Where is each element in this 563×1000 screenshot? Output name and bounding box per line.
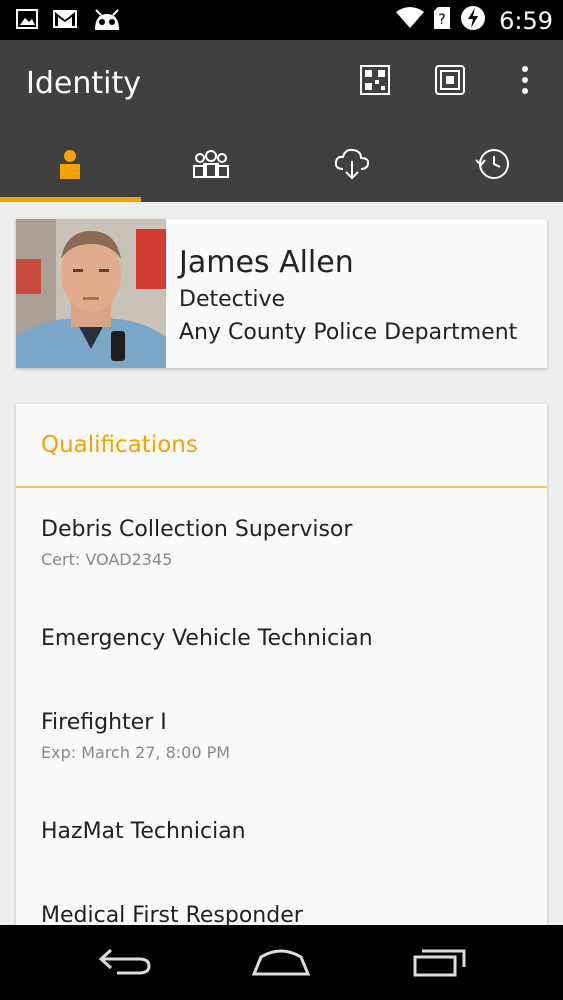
android-debug-icon xyxy=(92,6,122,37)
home-button[interactable] xyxy=(236,941,326,985)
qualification-name: HazMat Technician xyxy=(41,819,246,844)
qualification-detail: Cert: VOAD2345 xyxy=(41,550,173,569)
history-icon xyxy=(475,147,511,186)
tab-identity[interactable] xyxy=(0,130,140,202)
tab-team[interactable] xyxy=(141,130,281,202)
tab-history[interactable] xyxy=(423,130,563,202)
wifi-icon xyxy=(395,6,425,35)
app-bar: Identity xyxy=(0,40,563,130)
profile-name: James Allen xyxy=(179,245,354,280)
svg-text:?: ? xyxy=(438,12,445,28)
profile-photo xyxy=(16,219,166,368)
tab-indicator xyxy=(0,197,141,202)
profile-title: Detective xyxy=(179,287,286,312)
qualifications-header: Qualifications xyxy=(41,432,198,458)
group-icon xyxy=(192,149,230,184)
tab-bar xyxy=(0,130,563,202)
image-icon xyxy=(16,9,38,34)
sim-unknown-icon: ? xyxy=(433,6,451,35)
tab-download[interactable] xyxy=(282,130,422,202)
list-item[interactable]: Firefighter I Exp: March 27, 8:00 PM xyxy=(41,710,521,762)
overflow-menu-icon[interactable] xyxy=(505,60,545,100)
nfc-icon[interactable] xyxy=(430,60,470,100)
qualifications-card: Qualifications Debris Collection Supervi… xyxy=(16,404,547,964)
list-item[interactable]: Emergency Vehicle Technician xyxy=(41,626,521,651)
status-bar: ? 6:59 xyxy=(0,0,563,40)
qualification-name: Emergency Vehicle Technician xyxy=(41,626,373,651)
app-title: Identity xyxy=(26,66,141,101)
cloud-download-icon xyxy=(333,147,371,186)
gmail-icon xyxy=(52,9,78,34)
qualification-name: Firefighter I xyxy=(41,710,167,735)
system-nav-bar xyxy=(0,925,563,1000)
person-icon xyxy=(58,149,82,184)
profile-department: Any County Police Department xyxy=(179,320,518,345)
back-button[interactable] xyxy=(80,941,170,985)
qualifications-divider xyxy=(16,486,547,488)
back-icon xyxy=(97,946,153,981)
status-time: 6:59 xyxy=(499,6,553,35)
list-item[interactable]: Debris Collection Supervisor Cert: VOAD2… xyxy=(41,517,521,569)
qualification-detail: Exp: March 27, 8:00 PM xyxy=(41,743,231,762)
recents-button[interactable] xyxy=(395,941,485,985)
profile-card[interactable]: James Allen Detective Any County Police … xyxy=(16,219,547,368)
qualification-name: Debris Collection Supervisor xyxy=(41,517,353,542)
qr-code-icon[interactable] xyxy=(355,60,395,100)
battery-charging-icon xyxy=(459,4,487,37)
home-icon xyxy=(251,945,311,982)
list-item[interactable]: HazMat Technician xyxy=(41,819,521,844)
recents-icon xyxy=(412,945,468,982)
